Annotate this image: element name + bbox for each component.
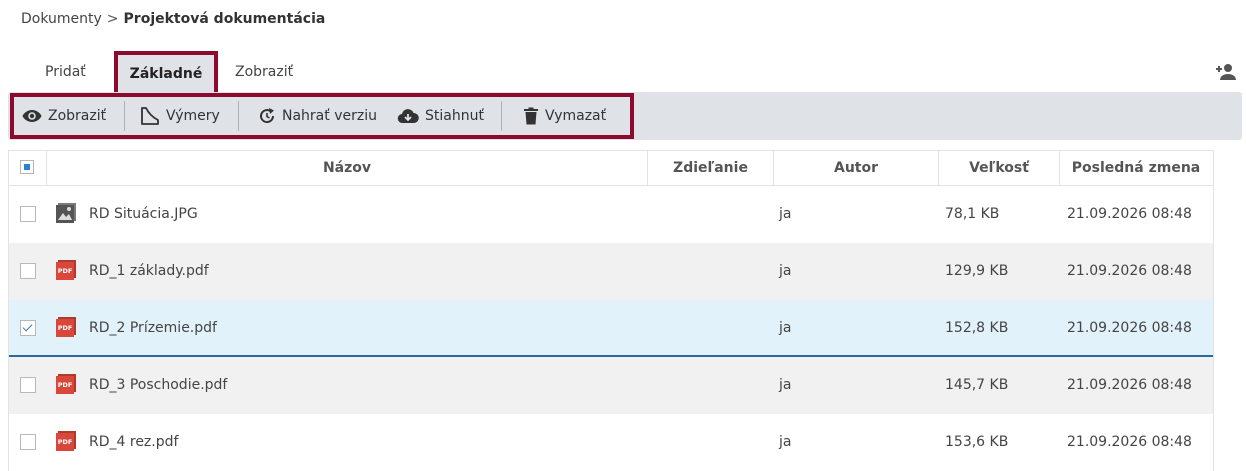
file-author: ja	[779, 377, 792, 393]
file-modified: 21.09.2026 08:48	[1067, 377, 1192, 393]
column-header-sharing[interactable]: Zdieľanie	[647, 151, 773, 185]
svg-text:PDF: PDF	[58, 381, 73, 389]
file-name[interactable]: RD_3 Poschodie.pdf	[89, 357, 227, 414]
breadcrumb: Dokumenty > Projektová dokumentácia	[21, 11, 325, 27]
select-all-cell	[9, 151, 46, 185]
table-row-selected[interactable]: PDF RD_2 Prízemie.pdf ja 152,8 KB 21.09.…	[9, 300, 1213, 357]
file-size: 153,6 KB	[945, 434, 1009, 450]
file-modified: 21.09.2026 08:48	[1067, 434, 1192, 450]
tab-zobrazit[interactable]: Zobraziť	[235, 51, 293, 93]
row-checkbox[interactable]	[20, 206, 36, 222]
file-size: 129,9 KB	[945, 263, 1009, 279]
pdf-file-icon: PDF	[56, 431, 76, 451]
row-checkbox[interactable]	[20, 377, 36, 393]
file-name[interactable]: RD Situácia.JPG	[89, 186, 198, 243]
tab-zakladne[interactable]: Základné	[114, 51, 218, 93]
breadcrumb-current: Projektová dokumentácia	[123, 11, 326, 27]
file-author: ja	[779, 434, 792, 450]
file-author: ja	[779, 320, 792, 336]
file-name[interactable]: RD_1 základy.pdf	[89, 243, 209, 300]
column-header-size[interactable]: Veľkosť	[938, 151, 1059, 185]
table-header: Názov Zdieľanie Autor Veľkosť Posledná z…	[9, 150, 1213, 186]
row-checkbox[interactable]	[20, 434, 36, 450]
file-author: ja	[779, 263, 792, 279]
table-row[interactable]: PDF RD_1 základy.pdf ja 129,9 KB 21.09.2…	[9, 243, 1213, 300]
row-checkbox[interactable]	[20, 263, 36, 279]
file-modified: 21.09.2026 08:48	[1067, 206, 1192, 222]
file-name[interactable]: RD_4 rez.pdf	[89, 414, 178, 471]
image-file-icon	[56, 203, 76, 223]
pdf-file-icon: PDF	[56, 374, 76, 394]
row-checkbox[interactable]	[20, 320, 36, 336]
column-header-author[interactable]: Autor	[773, 151, 938, 185]
svg-text:PDF: PDF	[58, 324, 73, 332]
file-author: ja	[779, 206, 792, 222]
column-header-name[interactable]: Názov	[46, 151, 647, 185]
file-size: 152,8 KB	[945, 320, 1009, 336]
column-header-modified[interactable]: Posledná zmena	[1059, 151, 1212, 185]
toolbar-highlight-frame	[10, 93, 634, 139]
table-row[interactable]: PDF RD_4 rez.pdf ja 153,6 KB 21.09.2026 …	[9, 414, 1213, 471]
file-modified: 21.09.2026 08:48	[1067, 263, 1192, 279]
file-modified: 21.09.2026 08:48	[1067, 320, 1192, 336]
pdf-file-icon: PDF	[56, 260, 76, 280]
table-row[interactable]: RD Situácia.JPG ja 78,1 KB 21.09.2026 08…	[9, 186, 1213, 243]
table-row[interactable]: PDF RD_3 Poschodie.pdf ja 145,7 KB 21.09…	[9, 357, 1213, 414]
breadcrumb-separator: >	[106, 11, 119, 27]
svg-text:PDF: PDF	[58, 438, 73, 446]
file-size: 145,7 KB	[945, 377, 1009, 393]
documents-table: Názov Zdieľanie Autor Veľkosť Posledná z…	[8, 150, 1214, 471]
select-all-checkbox[interactable]	[20, 160, 34, 174]
tab-pridat[interactable]: Pridať	[45, 51, 86, 93]
svg-text:PDF: PDF	[58, 267, 73, 275]
person-add-icon[interactable]	[1213, 62, 1237, 82]
pdf-file-icon: PDF	[56, 317, 76, 337]
ribbon-tabs: Pridať Základné Zobraziť	[0, 51, 640, 93]
file-size: 78,1 KB	[945, 206, 1000, 222]
file-name[interactable]: RD_2 Prízemie.pdf	[89, 300, 217, 357]
breadcrumb-root-link[interactable]: Dokumenty	[21, 11, 102, 27]
